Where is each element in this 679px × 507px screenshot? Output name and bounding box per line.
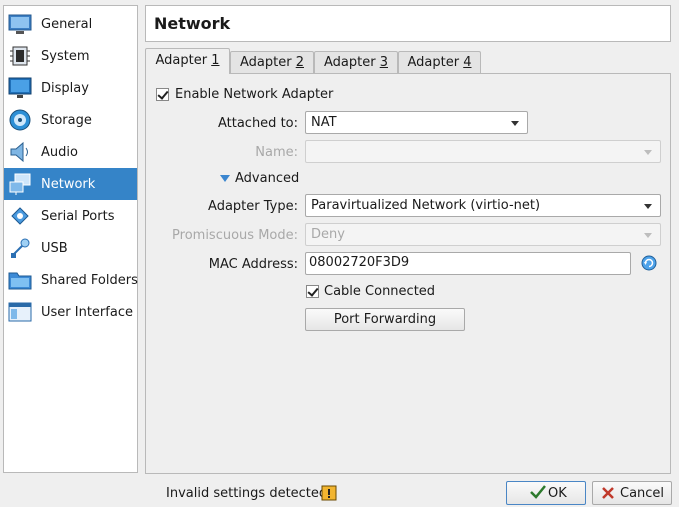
mac-address-input[interactable]: [309, 255, 617, 270]
audio-speaker-icon: [8, 140, 32, 164]
shared-folder-icon: [8, 268, 32, 292]
settings-sidebar: General System Display Storage Audio Net…: [3, 5, 138, 473]
system-chip-icon: [8, 44, 32, 68]
chevron-down-icon: [644, 150, 652, 155]
sidebar-item-shared-folders[interactable]: Shared Folders: [4, 264, 138, 296]
name-label: Name:: [255, 145, 298, 160]
sidebar-item-label: Storage: [41, 112, 92, 128]
sidebar-item-label: Shared Folders: [41, 272, 138, 288]
tab-adapter-2[interactable]: Adapter 2: [230, 51, 314, 73]
page-title: Network: [154, 14, 231, 33]
chevron-down-icon: [644, 204, 652, 209]
sidebar-item-serial-ports[interactable]: Serial Ports: [4, 200, 137, 232]
attached-to-label: Attached to:: [217, 116, 298, 131]
sidebar-item-label: System: [41, 48, 90, 64]
sidebar-item-label: User Interface: [41, 304, 133, 320]
network-icon: [8, 172, 32, 196]
promiscuous-mode-label: Promiscuous Mode:: [172, 228, 298, 243]
sidebar-item-audio[interactable]: Audio: [4, 136, 137, 168]
ok-button[interactable]: OK: [506, 481, 586, 505]
status-message: Invalid settings detected: [166, 486, 328, 501]
general-icon: [8, 12, 32, 36]
usb-icon: [8, 236, 32, 260]
sidebar-item-general[interactable]: General: [4, 8, 137, 40]
chevron-down-icon: [511, 121, 519, 126]
ok-checkmark-icon: [529, 484, 547, 504]
sidebar-item-label: Display: [41, 80, 89, 96]
sidebar-item-label: Serial Ports: [41, 208, 115, 224]
expand-arrow-icon[interactable]: [220, 175, 230, 182]
sidebar-item-label: Audio: [41, 144, 78, 160]
chevron-down-icon: [644, 233, 652, 238]
adapter-type-select[interactable]: Paravirtualized Network (virtio-net): [305, 194, 661, 217]
warning-icon: [321, 485, 337, 505]
advanced-toggle[interactable]: Advanced: [235, 171, 299, 186]
adapter-type-label: Adapter Type:: [208, 199, 298, 214]
mac-address-field[interactable]: [305, 252, 631, 275]
page-title-box: Network: [145, 5, 671, 42]
mac-address-label: MAC Address:: [208, 257, 298, 272]
cable-connected-label: Cable Connected: [324, 284, 436, 299]
enable-adapter-checkbox[interactable]: [156, 88, 169, 101]
sidebar-item-storage[interactable]: Storage: [4, 104, 137, 136]
tab-adapter-3[interactable]: Adapter 3: [314, 51, 398, 73]
name-select[interactable]: [305, 140, 661, 163]
cable-connected-checkbox[interactable]: [306, 285, 319, 298]
cancel-x-icon: [601, 486, 615, 504]
sidebar-item-label: Network: [41, 176, 96, 192]
port-forwarding-button[interactable]: Port Forwarding: [305, 308, 465, 331]
sidebar-item-label: General: [41, 16, 93, 32]
sidebar-item-display[interactable]: Display: [4, 72, 137, 104]
sidebar-item-usb[interactable]: USB: [4, 232, 137, 264]
storage-disk-icon: [8, 108, 32, 132]
cancel-button[interactable]: Cancel: [592, 481, 672, 505]
refresh-mac-icon[interactable]: [641, 255, 657, 275]
sidebar-item-system[interactable]: System: [4, 40, 137, 72]
promiscuous-mode-select[interactable]: Deny: [305, 223, 661, 246]
serial-port-icon: [8, 204, 32, 228]
user-interface-icon: [8, 300, 32, 324]
sidebar-item-label: USB: [41, 240, 68, 256]
sidebar-item-user-interface[interactable]: User Interface: [4, 296, 137, 328]
tab-adapter-4[interactable]: Adapter 4: [398, 51, 481, 73]
enable-adapter-label: Enable Network Adapter: [175, 87, 334, 102]
tab-adapter-1[interactable]: Adapter 1: [145, 48, 230, 74]
display-monitor-icon: [8, 76, 32, 100]
sidebar-item-network[interactable]: Network: [4, 168, 137, 200]
attached-to-select[interactable]: NAT: [305, 111, 528, 134]
